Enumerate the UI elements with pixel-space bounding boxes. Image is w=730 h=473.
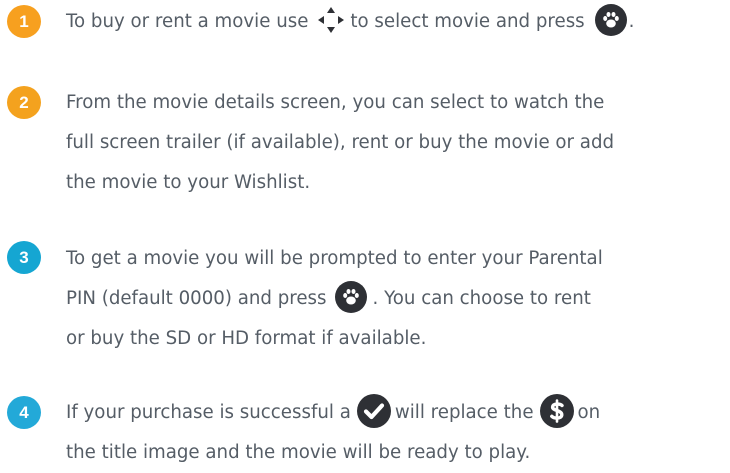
step-text: From the movie details screen, you can s… (66, 83, 730, 203)
step-3-line-2-part-1: PIN (default 0000) and press (66, 288, 327, 309)
step-4-line-1-part-3: on (577, 402, 601, 423)
step-number-badge: 2 (7, 86, 41, 119)
step-4-line-2: the title image and the movie will be re… (66, 442, 531, 463)
step-number-badge: 3 (7, 241, 41, 274)
step-number-badge: 1 (7, 5, 41, 38)
step-4-line-1-part-2: will replace the (394, 402, 534, 423)
paw-ok-button-icon (334, 281, 367, 313)
step-1-text-part-2: to select movie and press (350, 11, 585, 32)
step-text: To get a movie you will be prompted to e… (66, 239, 730, 359)
step-2-line-3: the movie to your Wishlist. (66, 172, 311, 193)
step-text: If your purchase is successful a will re… (66, 393, 730, 473)
arrow-keys-icon (318, 7, 345, 33)
dollar-icon (539, 394, 574, 428)
step-2-line-2: full screen trailer (if available), rent… (66, 132, 615, 153)
step-1-text-part-1: To buy or rent a movie use (66, 11, 309, 32)
step-3-line-2-part-2: . You can choose to rent (372, 288, 591, 309)
paw-ok-button-icon (594, 4, 627, 36)
step-1-text-part-3: . (628, 11, 635, 32)
checkmark-icon (356, 394, 391, 428)
step-number-badge: 4 (7, 396, 41, 429)
step-4-line-1-part-1: If your purchase is successful a (66, 402, 351, 423)
step-3-line-1: To get a movie you will be prompted to e… (66, 248, 603, 269)
step-3-line-3: or buy the SD or HD format if available. (66, 328, 427, 349)
step-2-line-1: From the movie details screen, you can s… (66, 92, 605, 113)
step-text: To buy or rent a movie use to select mov… (66, 2, 730, 42)
